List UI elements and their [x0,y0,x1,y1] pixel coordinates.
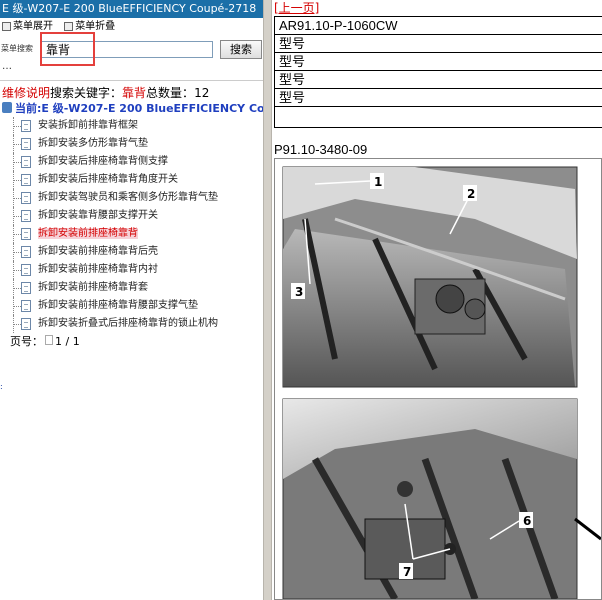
tree-item[interactable]: 拆卸安装驾驶员和乘客侧多仿形靠背气垫 [0,189,263,207]
current-label: 当前:E 级-W207-E 200 BlueEFFICIENCY Coupé [15,102,263,115]
tree-item-label: 安装拆卸前排靠背框架 [38,120,138,131]
count-label: 总数量： [146,86,195,100]
result-count: 12 [194,86,210,100]
model-cell: 型号 [274,70,602,89]
tree-item[interactable]: 拆卸安装后排座椅靠背侧支撑 [0,153,263,171]
computer-icon [2,102,12,113]
tree-item-label: 拆卸安装后排座椅靠背角度开关 [38,174,178,185]
current-node[interactable]: 当前:E 级-W207-E 200 BlueEFFICIENCY Coupé [0,101,263,117]
model-cell: 型号 [274,88,602,107]
svg-text:7: 7 [403,565,411,579]
collapse-icon [64,21,74,31]
document-icon [21,318,31,330]
model-title: E 级-W207-E 200 BlueEFFICIENCY Coupé-2718 [0,0,263,18]
tree-item-label: 拆卸安装前排座椅靠背后壳 [38,246,158,257]
pager-label: 页号： [10,335,43,348]
search-row: 菜单搜索 搜索 [0,32,263,66]
svg-text:2: 2 [467,187,475,201]
divider [0,80,263,81]
tree-item[interactable]: 拆卸安装靠背腰部支撑开关 [0,207,263,225]
prev-page-link[interactable]: [上一页] [272,0,602,16]
search-label: 菜单搜索 [1,44,33,53]
figure-id: P91.10-3480-09 [274,142,368,157]
tree-item-label: 拆卸安装前排座椅靠背内衬 [38,264,158,275]
search-result-header: 维修说明搜索关键字：靠背总数量：12 [0,85,263,101]
doc-number: AR91.10-P-1060CW [274,16,602,35]
tree-item[interactable]: 拆卸安装前排座椅靠背内衬 [0,261,263,279]
svg-text:3: 3 [295,285,303,299]
repair-figure: 1 2 3 6 7 [274,158,602,600]
tree-item[interactable]: 拆卸安装前排座椅靠背腰部支撑气垫 [0,297,263,315]
figure-illustration: 1 2 3 6 7 [282,166,602,600]
info-table: AR91.10-P-1060CW 型号 型号 型号 型号 [274,16,602,128]
keyword-label: 搜索关键字： [50,86,123,100]
tree-item[interactable]: 拆卸安装前排座椅靠背套 [0,279,263,297]
content-panel: [上一页] AR91.10-P-1060CW 型号 型号 型号 型号 P91.1… [272,0,602,600]
highlight-annotation [40,32,95,66]
document-icon [21,264,31,276]
document-icon [21,156,31,168]
tree-item-label: 拆卸安装多仿形靠背气垫 [38,138,148,149]
document-icon [21,300,31,312]
pager: 页号： 1 / 1 [0,333,263,351]
svg-text:6: 6 [523,514,531,528]
tree-item[interactable]: 拆卸安装前排座椅靠背 [0,225,263,243]
splitter[interactable] [263,0,272,600]
tree-item-label: 拆卸安装靠背腰部支撑开关 [38,210,158,221]
document-icon [21,120,31,132]
document-icon [21,174,31,186]
tree-item-label: 拆卸安装折叠式后排座椅靠背的锁止机构 [38,318,218,329]
tree-item-label: 拆卸安装前排座椅靠背腰部支撑气垫 [38,300,198,311]
page-box-icon [45,335,53,345]
document-icon [21,246,31,258]
collapse-menu-button[interactable]: 菜单折叠 [64,21,115,32]
menu-panel: E 级-W207-E 200 BlueEFFICIENCY Coupé-2718… [0,0,263,600]
empty-cell [274,106,602,128]
tree-item[interactable]: 拆卸安装折叠式后排座椅靠背的锁止机构 [0,315,263,333]
expand-menu-button[interactable]: 菜单展开 [2,21,53,32]
tree-item[interactable]: 拆卸安装多仿形靠背气垫 [0,135,263,153]
model-cell: 型号 [274,34,602,53]
expand-icon [2,21,11,31]
tree-item[interactable]: 拆卸安装前排座椅靠背后壳 [0,243,263,261]
document-icon [21,282,31,294]
tree-item-label: 拆卸安装驾驶员和乘客侧多仿形靠背气垫 [38,192,218,203]
tree-item[interactable]: 安装拆卸前排靠背框架 [0,117,263,135]
small-link[interactable]: : [0,382,3,391]
document-icon [21,228,31,240]
pager-value[interactable]: 1 / 1 [55,335,80,348]
model-cell: 型号 [274,52,602,71]
search-button[interactable]: 搜索 [220,40,262,59]
tree-item-label: 拆卸安装前排座椅靠背 [38,228,138,239]
tree-item-label: 拆卸安装前排座椅靠背套 [38,282,148,293]
document-icon [21,210,31,222]
result-tree: 安装拆卸前排靠背框架 拆卸安装多仿形靠背气垫拆卸安装后排座椅靠背侧支撑 拆卸安装后排… [0,117,263,333]
result-category: 维修说明 [2,86,51,100]
svg-text:1: 1 [374,175,382,189]
document-icon [21,192,31,204]
tree-item[interactable]: 拆卸安装后排座椅靠背角度开关 [0,171,263,189]
document-icon [21,138,31,150]
tree-item-label: 拆卸安装后排座椅靠背侧支撑 [38,156,168,167]
result-keyword: 靠背 [122,86,147,100]
